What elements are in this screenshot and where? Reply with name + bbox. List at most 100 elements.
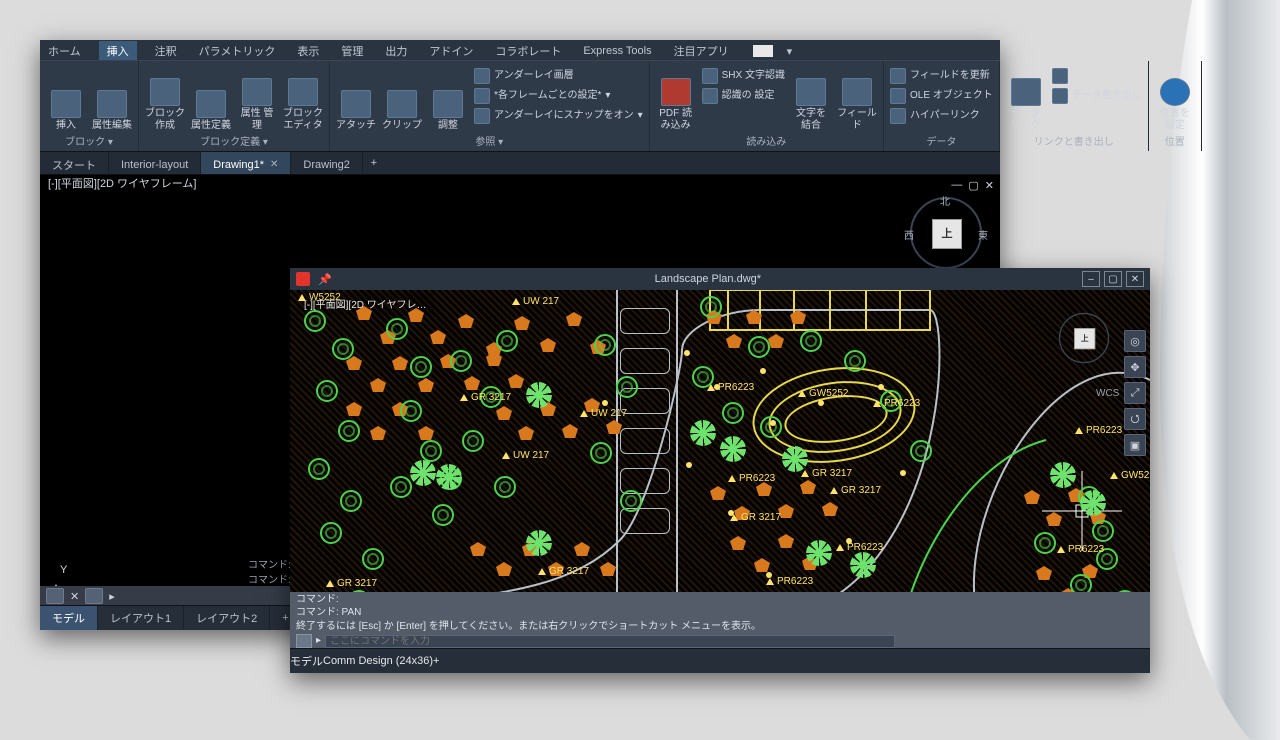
- shrub-block: [450, 350, 472, 372]
- field-button[interactable]: フィールド: [837, 65, 877, 131]
- recognition-settings-button[interactable]: 認識の 設定: [702, 87, 785, 105]
- layout-tab[interactable]: モデル: [290, 653, 323, 669]
- menu-tab[interactable]: コラボレート: [491, 41, 565, 61]
- command-input[interactable]: [325, 635, 895, 648]
- close-button[interactable]: ✕: [1126, 271, 1144, 287]
- layout-tab[interactable]: レイアウト2: [184, 606, 270, 630]
- plant-block: [756, 482, 772, 496]
- pin-icon[interactable]: 📌: [318, 273, 332, 286]
- menu-tab[interactable]: Express Tools: [579, 43, 655, 59]
- cmd-menu-icon[interactable]: [296, 634, 312, 648]
- flower-block: [806, 540, 832, 566]
- adjust-button[interactable]: 調整: [428, 65, 468, 131]
- menu-tab[interactable]: 注釈: [151, 41, 181, 61]
- shrub-block: [700, 296, 722, 318]
- file-tab[interactable]: スタート: [40, 152, 109, 174]
- attr-manage-button[interactable]: 属性 管理: [237, 65, 277, 131]
- new-tab-button[interactable]: +: [363, 152, 385, 174]
- show-motion-icon[interactable]: ▣: [1124, 434, 1146, 456]
- attr-def-button[interactable]: 属性定義: [191, 65, 231, 131]
- shrub-block: [338, 420, 360, 442]
- frame-settings-button[interactable]: *各フレームごとの設定* ▾: [474, 87, 643, 105]
- steering-wheel-icon[interactable]: ◎: [1124, 330, 1146, 352]
- combine-text-button[interactable]: 文字を 結合: [791, 65, 831, 131]
- shrub-block: [316, 380, 338, 402]
- data-export-icon[interactable]: [1052, 67, 1142, 85]
- ole-object-button[interactable]: OLE オブジェクト: [890, 87, 993, 105]
- node-marker: [684, 350, 690, 356]
- plant-block: [496, 562, 512, 576]
- view-cube[interactable]: 上: [1059, 313, 1109, 363]
- underlay-layer-button[interactable]: アンダーレイ画層: [474, 67, 643, 85]
- layer-dropdown-icon[interactable]: [753, 45, 773, 57]
- close-button[interactable]: ✕: [985, 179, 994, 192]
- drawing-viewport-b[interactable]: [-][平面図][2D ワイヤフレ… 上 ◎ ✥ ⤢ ⭯ ▣ W5252U: [290, 290, 1150, 627]
- attach-button[interactable]: アタッチ: [336, 65, 376, 131]
- menu-tab[interactable]: 挿入: [99, 41, 137, 61]
- viewport-label[interactable]: [-][平面図][2D ワイヤフレーム]: [40, 174, 204, 194]
- shrub-block: [692, 366, 714, 388]
- ribbon: 挿入 属性編集 ブロック ▾ ブロック 作成 属性定義 属性 管理 ブロック エ…: [40, 60, 1000, 152]
- file-tab[interactable]: Drawing1*✕: [201, 152, 291, 174]
- menu-tab[interactable]: 管理: [337, 41, 367, 61]
- new-layout-button[interactable]: +: [433, 655, 439, 667]
- pdf-import-button[interactable]: PDF 読み込み: [656, 65, 696, 131]
- insert-block-button[interactable]: 挿入: [46, 65, 86, 131]
- group-label: 読み込み: [656, 131, 877, 151]
- layout-tab[interactable]: Comm Design (24x36): [323, 655, 433, 667]
- plant-block: [768, 334, 784, 348]
- shrub-block: [844, 350, 866, 372]
- restore-button[interactable]: ▢: [968, 179, 978, 192]
- block-editor-button[interactable]: ブロック エディタ: [283, 65, 323, 131]
- data-export-button[interactable]: データ書き出し: [1052, 87, 1142, 105]
- menu-tab[interactable]: 出力: [381, 41, 411, 61]
- menu-tab[interactable]: アドイン: [425, 41, 477, 61]
- create-block-button[interactable]: ブロック 作成: [145, 65, 185, 131]
- close-cmd-icon[interactable]: ✕: [70, 590, 79, 603]
- shx-recognize-button[interactable]: SHX 文字認識: [702, 67, 785, 85]
- update-field-button[interactable]: フィールドを更新: [890, 67, 993, 85]
- shrub-block: [616, 376, 638, 398]
- menu-tab[interactable]: ホーム: [44, 41, 85, 61]
- file-tab-row: スタートInterior-layoutDrawing1*✕Drawing2+: [40, 152, 1000, 175]
- cmd-options-icon[interactable]: [85, 588, 103, 604]
- pan-icon[interactable]: ✥: [1124, 356, 1146, 378]
- maximize-button[interactable]: ▢: [1104, 271, 1122, 287]
- snap-underlay-button[interactable]: アンダーレイにスナップをオン ▾: [474, 107, 643, 125]
- file-tab[interactable]: Interior-layout: [109, 152, 201, 174]
- close-icon[interactable]: ✕: [270, 159, 278, 170]
- app-logo-icon: [296, 272, 310, 286]
- shrub-block: [590, 442, 612, 464]
- layout-tab[interactable]: レイアウト1: [98, 606, 184, 630]
- flower-block: [526, 530, 552, 556]
- shrub-block: [800, 330, 822, 352]
- pathway: [616, 290, 678, 627]
- flower-block: [782, 446, 808, 472]
- hyperlink-button[interactable]: ハイパーリンク: [890, 107, 993, 125]
- data-link-button[interactable]: データ リンク: [1006, 65, 1046, 131]
- view-cube[interactable]: 上 北 東 西: [910, 197, 982, 269]
- minimize-button[interactable]: –: [1082, 271, 1100, 287]
- cmd-menu-icon[interactable]: [46, 588, 64, 604]
- node-marker: [818, 400, 824, 406]
- menu-tab[interactable]: 注目アプリ: [670, 41, 733, 61]
- plant-block: [730, 536, 746, 550]
- title-bar[interactable]: 📌 Landscape Plan.dwg* – ▢ ✕: [290, 268, 1150, 291]
- node-marker: [770, 420, 776, 426]
- group-label: データ: [890, 131, 993, 151]
- attr-edit-button[interactable]: 属性編集: [92, 65, 132, 131]
- file-tab[interactable]: Drawing2: [291, 152, 362, 174]
- shrub-block: [308, 458, 330, 480]
- plant-block: [370, 426, 386, 440]
- shrub-block: [1096, 548, 1118, 570]
- zoom-extents-icon[interactable]: ⤢: [1124, 382, 1146, 404]
- menu-tab[interactable]: パラメトリック: [195, 41, 280, 61]
- menu-tab[interactable]: 表示: [293, 41, 323, 61]
- layout-tab[interactable]: モデル: [40, 606, 98, 630]
- node-marker: [760, 368, 766, 374]
- minimize-button[interactable]: —: [951, 179, 962, 192]
- orbit-icon[interactable]: ⭯: [1124, 408, 1146, 430]
- set-location-button[interactable]: 位置を 設定: [1155, 65, 1195, 131]
- plant-block: [1024, 490, 1040, 504]
- clip-button[interactable]: クリップ: [382, 65, 422, 131]
